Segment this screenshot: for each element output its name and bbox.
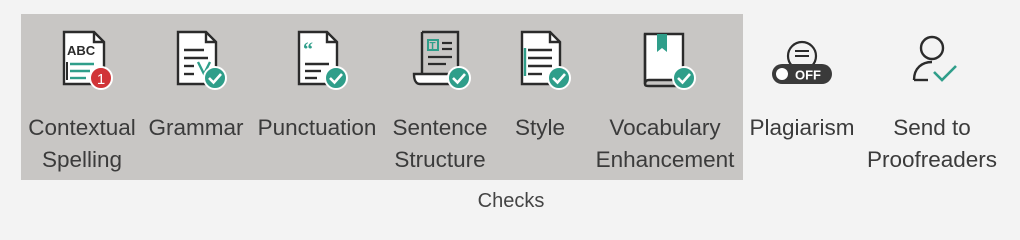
check-circle-icon [547, 66, 571, 90]
person-check-icon [900, 26, 964, 90]
plagiarism-toggle[interactable]: OFF [770, 26, 834, 90]
plagiarism-button[interactable]: OFF Plagiarism [745, 14, 859, 180]
check-circle-icon [203, 66, 227, 90]
scroll-document-icon: T [408, 26, 472, 90]
check-circle-icon [672, 66, 696, 90]
grammar-document-icon [164, 26, 228, 90]
contextual-spelling-button[interactable]: ABC 1 Contextual Spelling [21, 14, 143, 180]
grammar-label: Grammar [148, 115, 244, 140]
svg-text:1: 1 [97, 71, 105, 88]
plagiarism-label: Plagiarism [749, 115, 855, 140]
style-label: Style [514, 115, 566, 140]
send-to-proofreaders-label: Send to Proofreaders [866, 115, 998, 172]
group-label: Checks [477, 190, 545, 212]
error-count-badge: 1 [89, 66, 113, 90]
style-document-icon [508, 26, 572, 90]
send-to-proofreaders-button[interactable]: Send to Proofreaders [860, 14, 1004, 180]
grammar-button[interactable]: Grammar [143, 14, 249, 180]
style-button[interactable]: Style [495, 14, 585, 180]
contextual-spelling-label: Contextual Spelling [28, 115, 136, 172]
check-circle-icon [324, 66, 348, 90]
svg-text:OFF: OFF [795, 68, 821, 83]
sentence-structure-label: Sentence Structure [392, 115, 488, 172]
punctuation-document-icon: “ [285, 26, 349, 90]
book-icon [633, 26, 697, 90]
abc-document-icon: ABC 1 [50, 26, 114, 90]
punctuation-button[interactable]: “ Punctuation [249, 14, 385, 180]
plagiarism-icon: OFF [770, 26, 834, 90]
vocabulary-enhancement-label: Vocabulary Enhancement [595, 115, 735, 172]
checks-ribbon-group: ABC 1 Contextual Spelling Grammar “ Punc… [0, 0, 1020, 221]
punctuation-label: Punctuation [257, 115, 377, 140]
check-circle-icon [447, 66, 471, 90]
sentence-structure-button[interactable]: T Sentence Structure [385, 14, 495, 180]
vocabulary-enhancement-button[interactable]: Vocabulary Enhancement [590, 14, 740, 180]
